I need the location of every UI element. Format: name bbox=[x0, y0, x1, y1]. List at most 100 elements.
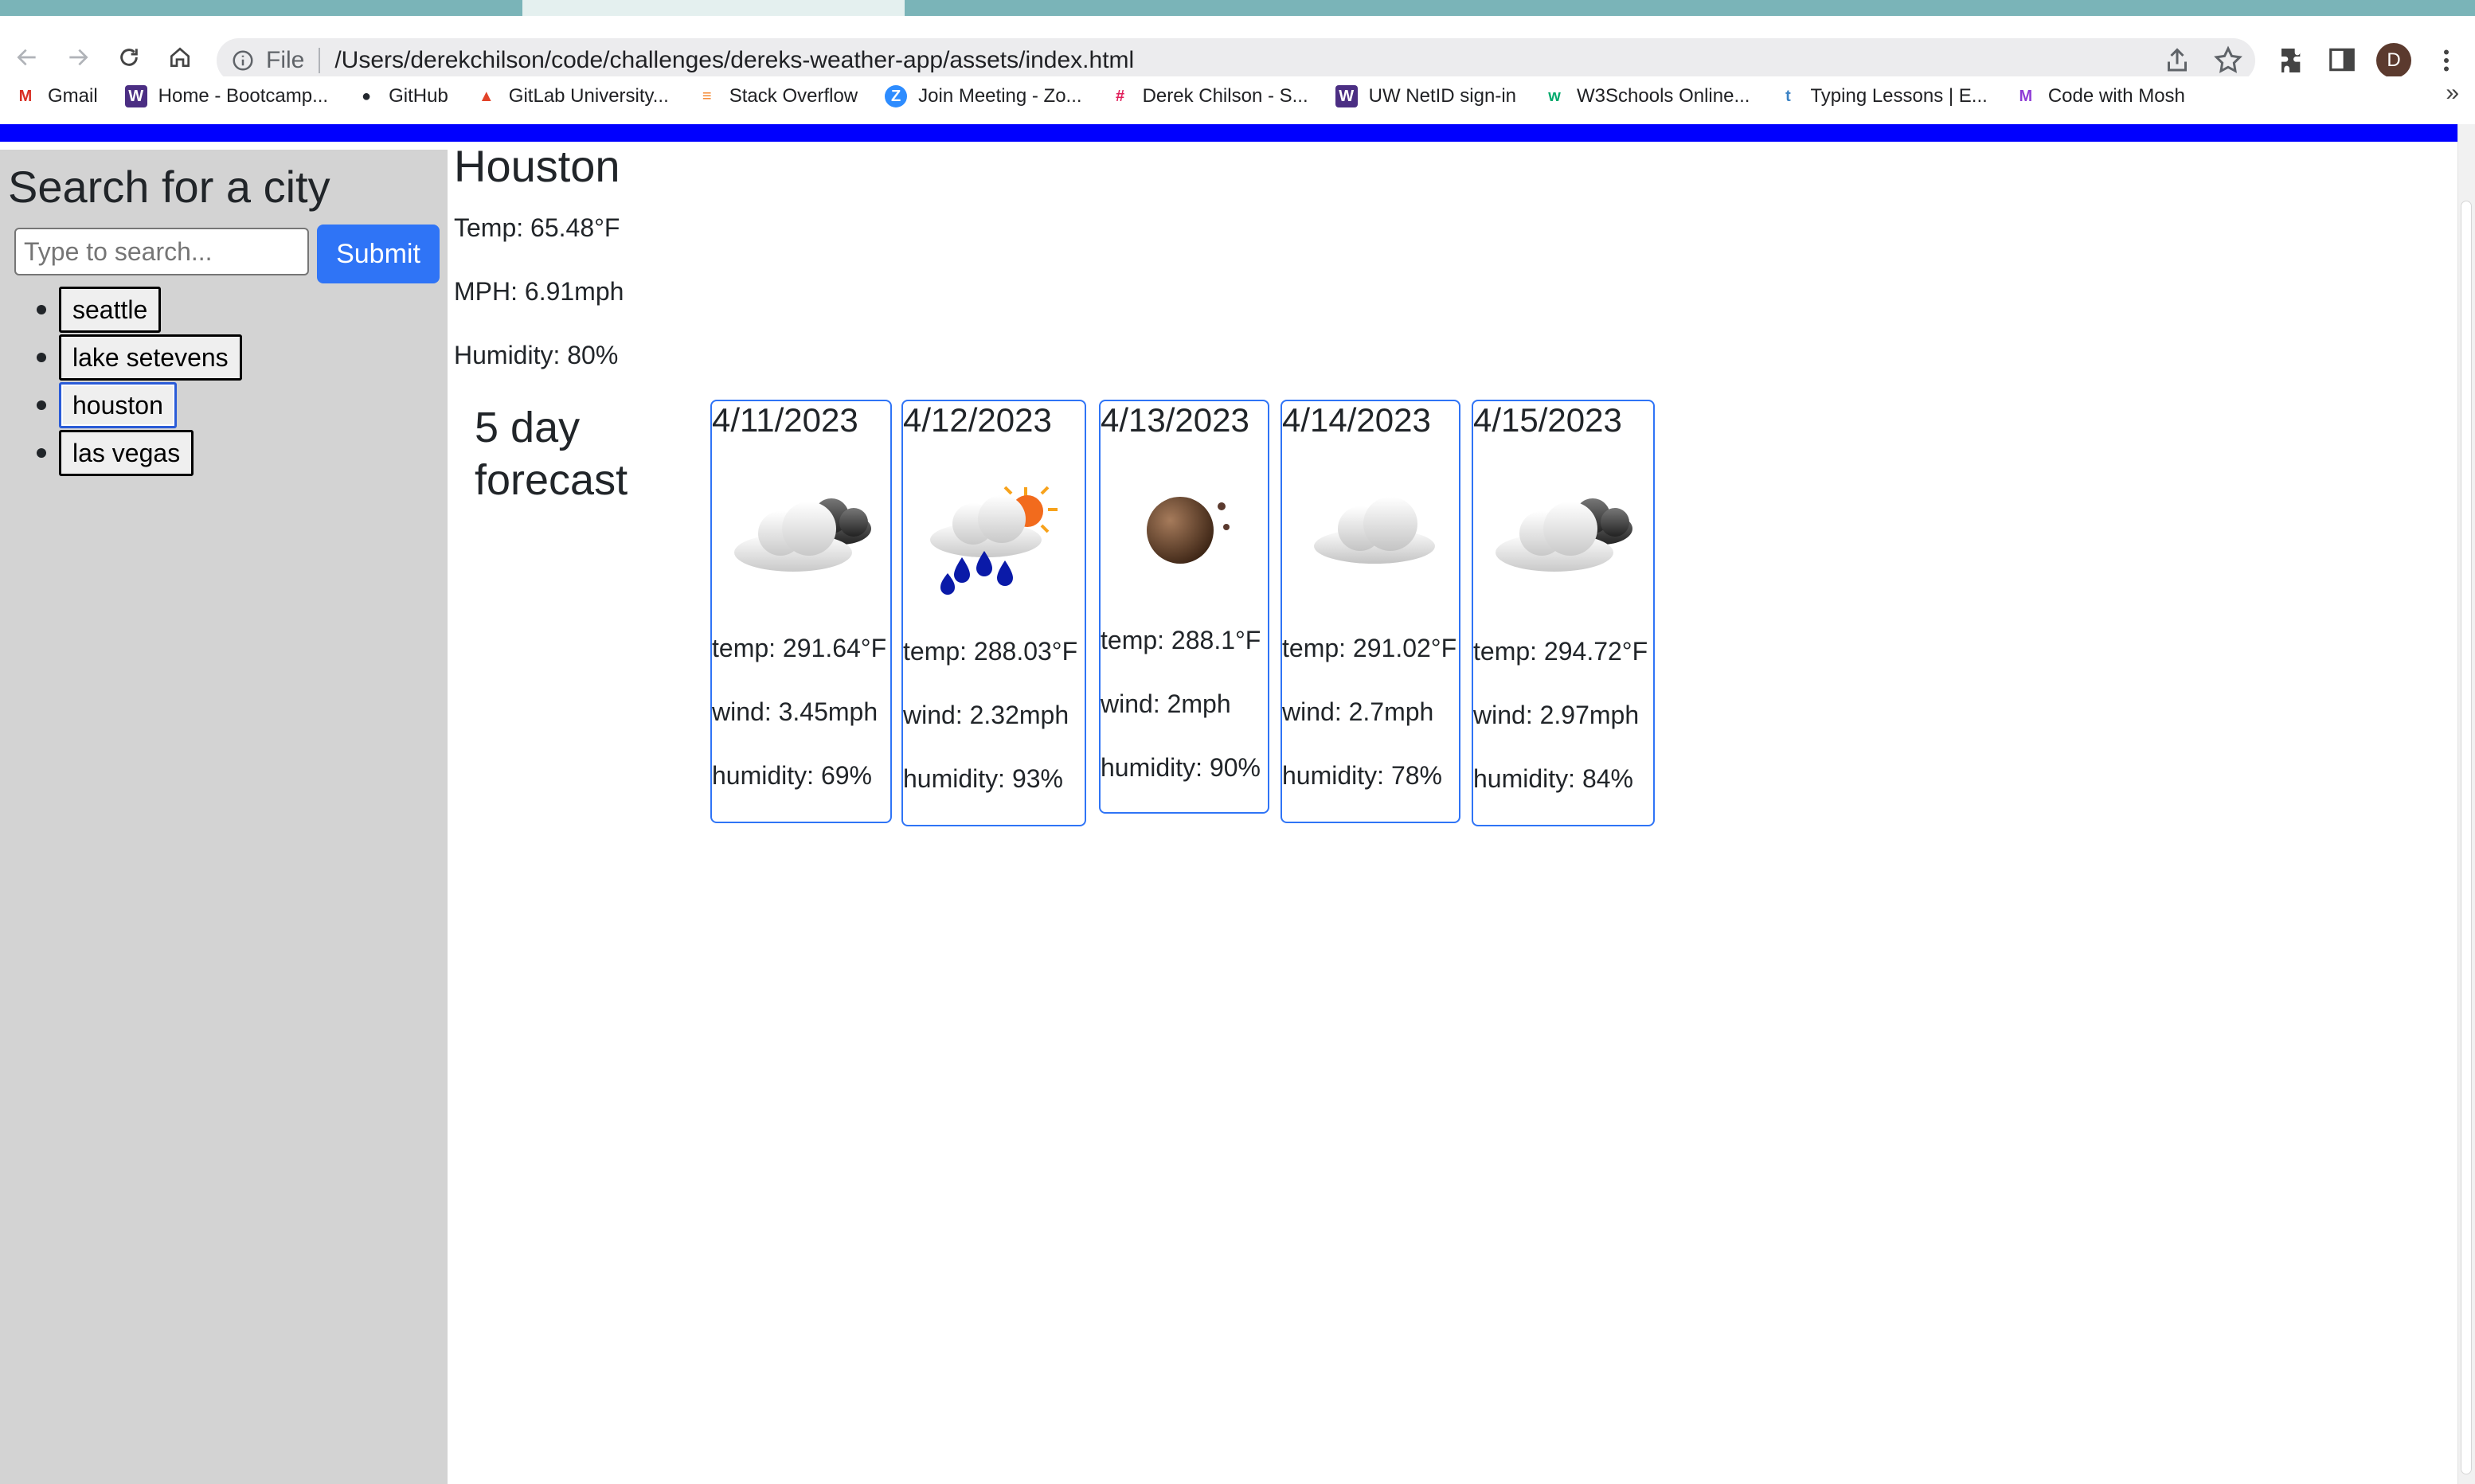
forecast-date: 4/12/2023 bbox=[903, 401, 1052, 439]
city-button-las-vegas[interactable]: las vegas bbox=[59, 430, 194, 476]
reload-icon bbox=[120, 49, 138, 66]
w3schools-icon: w bbox=[1548, 87, 1561, 105]
forecast-wind: wind: 2.97mph bbox=[1473, 701, 1640, 729]
forecast-humidity: humidity: 84% bbox=[1473, 764, 1633, 793]
forecast-humidity: humidity: 78% bbox=[1282, 761, 1442, 790]
forecast-temp: temp: 288.03°F bbox=[903, 637, 1078, 666]
profile-avatar[interactable]: D bbox=[2376, 43, 2411, 78]
bookmark-label: GitHub bbox=[389, 85, 448, 107]
forecast-wind: wind: 2mph bbox=[1101, 689, 1231, 718]
bookmark-item[interactable]: ≡ Stack Overflow bbox=[696, 85, 858, 107]
stackoverflow-icon: ≡ bbox=[702, 87, 712, 105]
home-button[interactable] bbox=[164, 41, 196, 73]
home-icon bbox=[170, 47, 190, 67]
forecast-date: 4/14/2023 bbox=[1282, 401, 1431, 439]
bookmark-item[interactable]: Z Join Meeting - Zo... bbox=[885, 85, 1082, 107]
bookmark-item[interactable]: ▲ GitLab University... bbox=[475, 85, 669, 107]
forecast-date: 4/15/2023 bbox=[1473, 401, 1622, 439]
bookmark-item[interactable]: w W3Schools Online... bbox=[1543, 85, 1750, 107]
cloudy-icon bbox=[734, 498, 871, 572]
rain-sun-icon bbox=[930, 486, 1058, 595]
bookmark-item[interactable]: M Code with Mosh bbox=[2015, 85, 2185, 107]
slack-icon: # bbox=[1116, 87, 1125, 105]
city-button-lake-setevens[interactable]: lake setevens bbox=[59, 334, 242, 381]
bookmark-item[interactable]: M Gmail bbox=[14, 85, 98, 107]
back-arrow-icon bbox=[17, 49, 36, 66]
city-title: Houston bbox=[454, 141, 620, 191]
forward-button[interactable] bbox=[62, 41, 94, 73]
forecast-humidity: humidity: 69% bbox=[712, 761, 872, 790]
clear-night-icon bbox=[1147, 497, 1230, 564]
extensions-icon[interactable] bbox=[2278, 45, 2309, 76]
current-temp: Temp: 65.48°F bbox=[454, 213, 620, 242]
gitlab-icon: ▲ bbox=[478, 87, 495, 105]
forecast-card: 4/13/2023 temp: 288.1°F wind: 2mph humid… bbox=[1099, 400, 1269, 814]
bookmarks-overflow-icon[interactable]: » bbox=[2446, 80, 2459, 107]
mosh-icon: M bbox=[2019, 87, 2033, 105]
bullet bbox=[37, 448, 46, 458]
bookmark-star-icon[interactable] bbox=[2212, 45, 2244, 76]
url-scheme-label: File bbox=[266, 47, 305, 73]
city-button-seattle[interactable]: seattle bbox=[59, 287, 162, 333]
bookmark-label: Join Meeting - Zo... bbox=[918, 85, 1082, 107]
active-tab[interactable] bbox=[522, 0, 905, 16]
bookmark-label: GitLab University... bbox=[508, 85, 669, 107]
forecast-wind: wind: 3.45mph bbox=[712, 697, 878, 726]
bookmark-item[interactable]: W UW NetID sign-in bbox=[1335, 85, 1516, 107]
forward-arrow-icon bbox=[69, 49, 88, 66]
page-viewport: Search for a city Submit seattle lake se… bbox=[0, 124, 2475, 1484]
bookmark-item[interactable]: # Derek Chilson - S... bbox=[1109, 85, 1308, 107]
bullet bbox=[37, 305, 46, 314]
zoom-icon: Z bbox=[885, 85, 908, 107]
bookmark-label: Stack Overflow bbox=[729, 85, 858, 107]
side-panel-icon[interactable] bbox=[2327, 45, 2357, 75]
bookmark-label: Home - Bootcamp... bbox=[158, 85, 329, 107]
bookmark-item[interactable]: t Typing Lessons | E... bbox=[1777, 85, 1988, 107]
reload-button[interactable] bbox=[113, 41, 145, 73]
forecast-humidity: humidity: 93% bbox=[903, 764, 1063, 793]
bookmark-label: UW NetID sign-in bbox=[1368, 85, 1517, 107]
uw-icon: W bbox=[124, 85, 147, 107]
cloudy-icon bbox=[1496, 498, 1632, 572]
forecast-temp: temp: 291.02°F bbox=[1282, 634, 1457, 662]
current-wind: MPH: 6.91mph bbox=[454, 277, 624, 306]
forecast-wind: wind: 2.7mph bbox=[1282, 697, 1434, 726]
city-button-houston[interactable]: houston bbox=[59, 382, 177, 428]
forecast-card: 4/11/2023 temp: 291.64°F wind: 3.45mph h… bbox=[710, 400, 892, 823]
bookmark-label: Gmail bbox=[48, 85, 98, 107]
forecast-date: 4/13/2023 bbox=[1101, 401, 1249, 439]
forecast-card: 4/12/2023 temp: 288.03°F wind: 2.32mph h… bbox=[901, 400, 1086, 826]
forecast-temp: temp: 294.72°F bbox=[1473, 637, 1648, 666]
back-button[interactable] bbox=[11, 41, 43, 73]
typing-icon: t bbox=[1785, 87, 1791, 105]
forecast-temp: temp: 291.64°F bbox=[712, 634, 887, 662]
bookmark-label: Code with Mosh bbox=[2047, 85, 2185, 107]
tab-strip bbox=[0, 0, 2475, 16]
forecast-heading: 5 day forecast bbox=[475, 404, 628, 504]
share-icon[interactable] bbox=[2163, 45, 2192, 76]
github-icon: ● bbox=[362, 87, 372, 105]
bookmark-item[interactable]: W Home - Bootcamp... bbox=[124, 85, 329, 107]
forecast-temp: temp: 288.1°F bbox=[1101, 626, 1261, 654]
kebab-menu-icon[interactable] bbox=[2432, 45, 2461, 76]
bookmark-label: Typing Lessons | E... bbox=[1810, 85, 1988, 107]
sidebar: Search for a city Submit seattle lake se… bbox=[0, 150, 448, 1484]
bookmark-label: Derek Chilson - S... bbox=[1142, 85, 1308, 107]
forecast-humidity: humidity: 90% bbox=[1101, 753, 1261, 782]
search-input[interactable] bbox=[14, 228, 309, 275]
url-text[interactable]: /Users/derekchilson/code/challenges/dere… bbox=[334, 47, 1134, 74]
submit-button[interactable]: Submit bbox=[317, 225, 440, 283]
header-bar bbox=[0, 124, 2457, 142]
current-humidity: Humidity: 80% bbox=[454, 341, 619, 369]
scrollbar-thumb[interactable] bbox=[2461, 201, 2472, 1474]
forecast-wind: wind: 2.32mph bbox=[903, 701, 1069, 729]
info-icon[interactable] bbox=[231, 49, 255, 72]
bullet bbox=[37, 353, 46, 362]
bookmarks-bar: M Gmail W Home - Bootcamp... ● GitHub ▲ GitLab … bbox=[0, 76, 2475, 116]
bullet bbox=[37, 400, 46, 410]
url-separator bbox=[319, 48, 321, 73]
cloud-icon bbox=[1314, 497, 1435, 564]
sidebar-title: Search for a city bbox=[8, 162, 330, 212]
forecast-card: 4/15/2023 temp: 294.72°F wind: 2.97mph h… bbox=[1472, 400, 1655, 826]
bookmark-item[interactable]: ● GitHub bbox=[355, 85, 448, 107]
